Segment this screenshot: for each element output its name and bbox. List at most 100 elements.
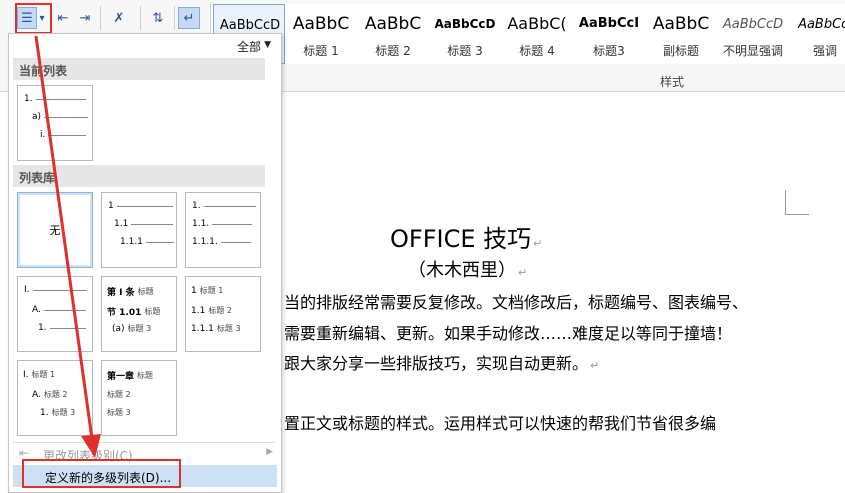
level-line bbox=[116, 205, 173, 207]
list-level-3: 标题 3 bbox=[107, 407, 134, 418]
show-marks-icon[interactable]: ↵ bbox=[178, 7, 200, 29]
document-line[interactable]: 当的排版经常需要反复修改。文档修改后，标题编号、图表编号、 bbox=[284, 289, 748, 313]
style-subtitle[interactable]: AaBbC 副标题 bbox=[645, 4, 717, 64]
style-subtle-emphasis[interactable]: AaBbCcD 不明显强调 bbox=[717, 4, 789, 64]
level-label: i. bbox=[40, 130, 46, 140]
style-heading-4[interactable]: AaBbC( 标题 4 bbox=[501, 4, 573, 64]
level-label: 1.1.1 bbox=[120, 237, 143, 247]
level-line bbox=[49, 327, 86, 329]
level-tag: 标题 3 bbox=[51, 408, 76, 417]
document-line[interactable]: 需要重新编辑、更新。如果手动修改……难度足以等同于撞墙！ bbox=[284, 320, 732, 344]
level-label: 节 1.01 bbox=[107, 308, 142, 318]
style-sample: AaBbC bbox=[652, 14, 710, 34]
level-tag: 标题 bbox=[137, 371, 154, 380]
separator bbox=[100, 6, 101, 30]
document-line[interactable]: 置正文或标题的样式。运用样式可以快速的帮我们节省很多编 bbox=[284, 410, 716, 434]
list-level-2: A. bbox=[32, 305, 86, 315]
document-subtitle-text: （木木西里） bbox=[408, 260, 516, 281]
document-subtitle[interactable]: （木木西里） ↵ bbox=[408, 256, 527, 282]
style-sample: AaBbC( bbox=[507, 14, 567, 33]
increase-indent-icon[interactable]: ⇥ bbox=[76, 7, 94, 29]
list-style-heading-numeric[interactable]: 1 标题 1 1.1 标题 2 1.1.1 标题 3 bbox=[185, 276, 261, 352]
level-label: I. bbox=[23, 369, 29, 380]
level-label: (a) bbox=[112, 323, 125, 334]
paragraph-mark-icon: ↵ bbox=[518, 266, 528, 279]
document-line[interactable]: 跟大家分享一些排版技巧，实现自动更新。 ↵ bbox=[284, 350, 599, 374]
list-level-2: A. 标题 2 bbox=[32, 389, 71, 400]
list-style-roman-heading[interactable]: I. 标题 1 A. 标题 2 1. 标题 3 bbox=[17, 360, 93, 436]
style-heading-2[interactable]: AaBbC 标题 2 bbox=[357, 4, 429, 64]
list-level-1: 1. bbox=[24, 94, 86, 104]
level-line bbox=[35, 98, 86, 100]
level-line bbox=[145, 241, 174, 243]
current-list-thumbnail[interactable]: 1. a) i. bbox=[17, 85, 93, 161]
style-sample: AaBbC bbox=[292, 14, 350, 34]
style-heading3-custom[interactable]: AaBbCcI 标题3 bbox=[573, 4, 645, 64]
level-label: I. bbox=[24, 285, 30, 295]
list-level-1: 1 bbox=[108, 201, 173, 211]
level-tag: 标题 bbox=[137, 287, 154, 296]
word-window: ☰ ▾ ⇤ ⇥ ✗ ⇅ ↵ AaBbCcD AaBbC 标题 1 AaBbC 标… bbox=[0, 0, 845, 493]
level-label: 1.1 bbox=[114, 219, 129, 229]
section-list-library: 列表库 bbox=[13, 165, 265, 187]
style-emphasis[interactable]: AaBbCcl 强调 bbox=[789, 4, 845, 64]
style-name: 副标题 bbox=[662, 44, 699, 58]
define-new-highlight bbox=[22, 459, 181, 488]
list-level-1: I. 标题 1 bbox=[23, 369, 58, 380]
paragraph-mark-icon: ↵ bbox=[533, 237, 543, 250]
level-tag: 标题 2 bbox=[208, 306, 232, 315]
section-current-list: 当前列表 bbox=[13, 58, 265, 80]
level-label: 1.1 bbox=[191, 305, 206, 316]
level-label: 1.1.1. bbox=[192, 237, 218, 247]
decrease-indent-icon[interactable]: ⇤ bbox=[54, 7, 72, 29]
list-level-1: 1. bbox=[192, 201, 256, 211]
style-heading-3[interactable]: AaBbCcD 标题 3 bbox=[429, 4, 501, 64]
chinese-layout-icon[interactable]: ✗ bbox=[108, 7, 130, 29]
chevron-right-icon: ▶ bbox=[266, 447, 273, 457]
chevron-down-icon: ▼ bbox=[264, 40, 271, 50]
level-label: 1.1. bbox=[192, 219, 210, 229]
none-label: 无 bbox=[49, 224, 61, 237]
document-title[interactable]: OFFICE 技巧 ↵ bbox=[390, 219, 542, 254]
list-level-1: 1 标题 1 bbox=[191, 285, 226, 296]
level-tag: 标题 3 bbox=[216, 324, 241, 333]
level-line bbox=[212, 223, 253, 225]
level-tag: 标题 1 bbox=[199, 286, 224, 295]
list-style-roman[interactable]: I. A. 1. bbox=[17, 276, 93, 352]
list-level-3: 1. bbox=[38, 323, 86, 333]
sort-icon[interactable]: ⇅ bbox=[148, 7, 168, 29]
level-label: 第一章 bbox=[107, 372, 135, 382]
list-style-numeric-2[interactable]: 1. 1.1. 1.1.1. bbox=[185, 192, 261, 268]
style-name: 标题3 bbox=[593, 44, 625, 58]
list-level-3: 1.1.1 标题 3 bbox=[191, 323, 244, 334]
level-tag: 标题 2 bbox=[43, 390, 68, 399]
level-line bbox=[48, 134, 87, 136]
level-label: A. bbox=[32, 389, 41, 400]
multilevel-list-dropdown: 全部 ▼ 当前列表 1. a) i. 列表库 无 1 1.1 1.1.1 1. … bbox=[8, 33, 282, 493]
list-level-2: 1.1 标题 2 bbox=[191, 305, 235, 316]
level-tag: 标题 3 bbox=[127, 324, 152, 333]
list-level-1: 第 I 条标题 bbox=[107, 285, 157, 298]
list-level-3: i. bbox=[40, 130, 87, 140]
paragraph-mark-icon: ↵ bbox=[590, 359, 600, 372]
list-style-none[interactable]: 无 bbox=[17, 192, 93, 268]
level-tag: 标题 1 bbox=[31, 370, 56, 379]
style-sample: AaBbCcD bbox=[434, 17, 496, 31]
list-level-3: 1. 标题 3 bbox=[40, 407, 78, 418]
style-sample: AaBbCcI bbox=[578, 16, 640, 31]
level-label: a) bbox=[32, 112, 42, 122]
level-tag: 标题 2 bbox=[107, 390, 131, 399]
level-label: 1. bbox=[192, 201, 201, 211]
list-style-numeric-1[interactable]: 1 1.1 1.1.1 bbox=[101, 192, 177, 268]
style-sample: AaBbCcl bbox=[798, 17, 845, 32]
filter-row[interactable]: 全部 ▼ bbox=[9, 34, 281, 56]
list-level-2: 1.1 bbox=[114, 219, 174, 229]
style-name: 标题 4 bbox=[519, 44, 555, 58]
style-sample: AaBbC bbox=[364, 14, 422, 34]
list-style-article-section[interactable]: 第 I 条标题 节 1.01 标题 (a) 标题 3 bbox=[101, 276, 177, 352]
styles-gallery: AaBbCcD AaBbC 标题 1 AaBbC 标题 2 AaBbCcD 标题… bbox=[210, 4, 845, 64]
style-heading-1[interactable]: AaBbC 标题 1 bbox=[285, 4, 357, 64]
list-level-2: 标题 2 bbox=[107, 389, 134, 400]
list-style-chapter[interactable]: 第一章 标题 标题 2 标题 3 bbox=[101, 360, 177, 436]
separator bbox=[140, 6, 141, 30]
